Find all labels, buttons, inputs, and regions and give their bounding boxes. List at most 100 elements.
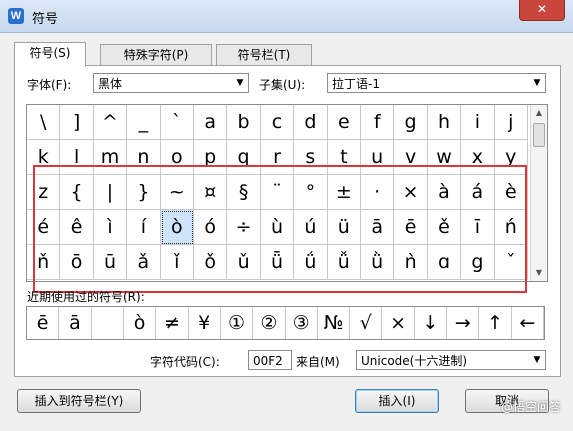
scroll-thumb[interactable]: [533, 123, 545, 147]
recent-symbol-cell[interactable]: →: [447, 307, 480, 339]
symbol-cell[interactable]: g: [461, 245, 495, 280]
symbol-cell[interactable]: ě: [427, 210, 462, 245]
symbol-cell[interactable]: s: [294, 140, 328, 175]
scroll-up-icon[interactable]: ▲: [531, 105, 547, 121]
symbol-cell[interactable]: o: [160, 140, 194, 175]
recent-symbol-cell[interactable]: ¥: [189, 307, 221, 339]
symbol-cell[interactable]: ū: [93, 245, 128, 280]
symbol-cell[interactable]: §: [227, 175, 261, 210]
symbol-cell[interactable]: c: [260, 105, 295, 140]
encoding-select[interactable]: Unicode(十六进制) ▼: [356, 350, 546, 370]
symbol-cell[interactable]: n: [127, 140, 161, 175]
recent-symbol-cell[interactable]: №: [318, 307, 351, 339]
symbol-cell[interactable]: \: [27, 105, 61, 140]
symbol-cell[interactable]: è: [494, 175, 528, 210]
symbol-cell[interactable]: ]: [60, 105, 94, 140]
symbol-cell[interactable]: é: [27, 210, 61, 245]
symbol-cell[interactable]: ǒ: [194, 245, 228, 280]
symbol-cell[interactable]: ü: [327, 210, 361, 245]
recent-symbol-cell[interactable]: ā: [59, 307, 92, 339]
symbol-cell[interactable]: ǔ: [227, 245, 261, 280]
symbol-cell[interactable]: °: [294, 175, 328, 210]
tab-symbol-bar[interactable]: 符号栏(T): [216, 44, 312, 66]
symbol-cell[interactable]: ň: [27, 245, 61, 280]
symbol-cell[interactable]: b: [227, 105, 261, 140]
symbol-cell[interactable]: ń: [494, 210, 528, 245]
symbol-cell[interactable]: e: [327, 105, 361, 140]
recent-symbol-cell[interactable]: ò: [124, 307, 157, 339]
symbol-cell[interactable]: ×: [394, 175, 428, 210]
recent-symbol-cell[interactable]: ↓: [415, 307, 448, 339]
scroll-down-icon[interactable]: ▼: [531, 265, 547, 281]
recent-symbol-cell[interactable]: ←: [512, 307, 544, 339]
symbol-cell[interactable]: x: [461, 140, 495, 175]
symbol-cell[interactable]: ê: [60, 210, 94, 245]
recent-symbol-cell[interactable]: ≠: [156, 307, 189, 339]
symbol-cell[interactable]: ē: [394, 210, 428, 245]
symbol-cell[interactable]: ¤: [194, 175, 228, 210]
symbol-cell[interactable]: v: [394, 140, 428, 175]
symbol-cell[interactable]: h: [427, 105, 462, 140]
symbol-cell[interactable]: ˇ: [494, 245, 528, 280]
symbol-cell[interactable]: ǐ: [160, 245, 194, 280]
symbol-cell[interactable]: y: [494, 140, 528, 175]
symbol-cell[interactable]: k: [27, 140, 61, 175]
recent-symbol-cell[interactable]: ②: [253, 307, 286, 339]
symbol-cell[interactable]: z: [27, 175, 61, 210]
symbol-cell[interactable]: ī: [461, 210, 495, 245]
symbol-cell[interactable]: {: [60, 175, 94, 210]
char-code-input[interactable]: 00F2: [248, 350, 292, 370]
font-select[interactable]: 黑体 ▼: [93, 73, 249, 93]
symbol-cell[interactable]: á: [461, 175, 495, 210]
symbol-cell[interactable]: w: [427, 140, 462, 175]
tab-symbols[interactable]: 符号(S): [14, 42, 86, 67]
symbol-cell[interactable]: l: [60, 140, 94, 175]
symbol-cell[interactable]: j: [494, 105, 528, 140]
recent-symbol-cell[interactable]: ①: [221, 307, 254, 339]
recent-symbol-cell[interactable]: ē: [27, 307, 60, 339]
insert-to-symbol-bar-button[interactable]: 插入到符号栏(Y): [17, 389, 141, 413]
symbol-cell[interactable]: m: [93, 140, 128, 175]
recent-symbol-cell[interactable]: ×: [382, 307, 415, 339]
symbol-cell[interactable]: ǘ: [294, 245, 328, 280]
symbol-cell[interactable]: ±: [327, 175, 361, 210]
symbol-cell[interactable]: ǜ: [361, 245, 395, 280]
symbol-cell[interactable]: `: [160, 105, 194, 140]
symbol-cell[interactable]: ɑ: [427, 245, 462, 280]
tab-special-characters[interactable]: 特殊字符(P): [100, 44, 212, 66]
symbol-cell[interactable]: g: [394, 105, 428, 140]
symbol-cell[interactable]: |: [93, 175, 128, 210]
symbol-cell[interactable]: a: [194, 105, 228, 140]
symbol-cell[interactable]: à: [427, 175, 462, 210]
symbol-cell[interactable]: _: [127, 105, 161, 140]
symbol-cell[interactable]: }: [127, 175, 161, 210]
symbol-cell[interactable]: ò: [160, 210, 194, 245]
insert-button[interactable]: 插入(I): [355, 389, 439, 413]
symbol-cell[interactable]: ó: [194, 210, 228, 245]
symbol-cell[interactable]: ^: [93, 105, 128, 140]
recent-symbol-cell[interactable]: ③: [286, 307, 318, 339]
symbol-cell[interactable]: ō: [60, 245, 94, 280]
symbol-cell[interactable]: d: [294, 105, 328, 140]
symbol-cell[interactable]: ì: [93, 210, 128, 245]
symbol-cell[interactable]: p: [194, 140, 228, 175]
symbol-cell[interactable]: í: [127, 210, 161, 245]
symbol-cell[interactable]: ~: [160, 175, 194, 210]
symbol-cell[interactable]: q: [227, 140, 261, 175]
symbol-cell[interactable]: ¨: [260, 175, 295, 210]
symbol-cell[interactable]: ǚ: [327, 245, 361, 280]
symbol-cell[interactable]: u: [361, 140, 395, 175]
symbol-cell[interactable]: ÷: [227, 210, 261, 245]
symbol-cell[interactable]: ǹ: [394, 245, 428, 280]
symbol-cell[interactable]: ·: [361, 175, 395, 210]
recent-symbol-cell[interactable]: ↑: [479, 307, 512, 339]
symbol-cell[interactable]: ā: [361, 210, 395, 245]
symbol-cell[interactable]: ǖ: [260, 245, 295, 280]
symbol-cell[interactable]: ú: [294, 210, 328, 245]
symbol-cell[interactable]: r: [260, 140, 295, 175]
symbol-cell[interactable]: t: [327, 140, 361, 175]
symbol-cell[interactable]: f: [361, 105, 395, 140]
symbol-cell[interactable]: ù: [260, 210, 295, 245]
subset-select[interactable]: 拉丁语-1 ▼: [327, 73, 546, 93]
close-button[interactable]: ✕: [519, 0, 565, 21]
